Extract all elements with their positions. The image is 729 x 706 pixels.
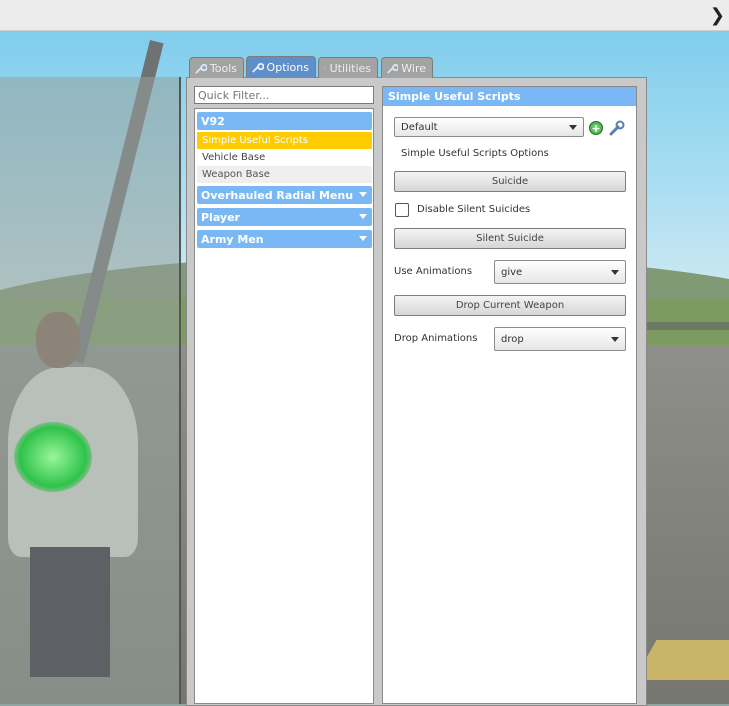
checkbox-label: Disable Silent Suicides — [417, 204, 531, 215]
list-item-label: Vehicle Base — [202, 152, 266, 163]
category-header-v92[interactable]: V92 — [197, 112, 372, 130]
silent-suicide-button[interactable]: Silent Suicide — [394, 228, 626, 249]
character-preview — [0, 77, 181, 704]
chevron-down-icon — [359, 236, 367, 241]
button-label: Suicide — [491, 176, 529, 187]
use-animations-dropdown[interactable]: give — [494, 260, 626, 284]
list-item-label: Simple Useful Scripts — [202, 135, 309, 146]
category-header-army-men[interactable]: Army Men — [197, 230, 372, 248]
player-model-legs — [30, 547, 110, 677]
wrench-icon — [252, 62, 264, 73]
preset-dropdown[interactable]: Default — [394, 117, 584, 137]
tab-label: Tools — [209, 61, 237, 75]
chevron-down-icon — [611, 337, 619, 342]
category-list: V92 Simple Useful Scripts Vehicle Base W… — [194, 108, 374, 704]
disable-silent-suicides-checkbox[interactable] — [395, 203, 409, 217]
top-bar: ❯ — [0, 0, 729, 31]
button-label: Drop Current Weapon — [455, 300, 565, 311]
tab-wire[interactable]: Wire — [381, 57, 433, 78]
utilities-icon — [323, 66, 327, 70]
preset-value: Default — [401, 121, 438, 133]
button-label: Silent Suicide — [476, 233, 544, 244]
list-item-vehicle-base[interactable]: Vehicle Base — [197, 149, 372, 166]
category-label: V92 — [201, 114, 225, 128]
panel-title: Simple Useful Scripts — [383, 87, 636, 106]
category-label: Army Men — [201, 232, 264, 246]
player-model-head — [36, 312, 80, 368]
options-subtitle: Simple Useful Scripts Options — [401, 148, 549, 159]
gravity-gun-icon — [14, 422, 92, 492]
dropdown-value: give — [501, 266, 523, 278]
category-label: Overhauled Radial Menu — [201, 188, 354, 202]
quick-filter-input[interactable] — [194, 86, 374, 104]
fence-rail — [640, 322, 729, 330]
suicide-button[interactable]: Suicide — [394, 171, 626, 192]
chevron-down-icon — [611, 270, 619, 275]
category-header-player[interactable]: Player — [197, 208, 372, 226]
wrench-icon[interactable] — [609, 120, 625, 136]
chevron-down-icon — [569, 125, 577, 130]
list-item-weapon-base[interactable]: Weapon Base — [197, 166, 372, 183]
wrench-icon — [195, 63, 207, 74]
tab-label: Utilities — [329, 61, 371, 75]
tab-options[interactable]: Options — [246, 56, 316, 78]
tab-label: Options — [266, 61, 309, 74]
add-preset-icon[interactable]: + — [589, 121, 603, 135]
drop-animations-dropdown[interactable]: drop — [494, 327, 626, 351]
category-header-overhauled-radial-menu[interactable]: Overhauled Radial Menu — [197, 186, 372, 204]
drop-current-weapon-button[interactable]: Drop Current Weapon — [394, 295, 626, 316]
chevron-down-icon — [359, 192, 367, 197]
dropdown-value: drop — [501, 333, 524, 345]
list-item-simple-useful-scripts[interactable]: Simple Useful Scripts — [197, 132, 372, 149]
drop-animations-label: Drop Animations — [394, 333, 478, 344]
chevron-right-icon[interactable]: ❯ — [710, 5, 725, 26]
panel-title-text: Simple Useful Scripts — [388, 90, 521, 103]
use-animations-label: Use Animations — [394, 266, 473, 277]
chevron-down-icon — [359, 214, 367, 219]
category-label: Player — [201, 210, 240, 224]
options-panel: Simple Useful Scripts Default + Simple U… — [382, 86, 637, 704]
tab-utilities[interactable]: Utilities — [318, 57, 378, 78]
tab-label: Wire — [401, 61, 426, 75]
list-item-label: Weapon Base — [202, 169, 270, 180]
wrench-icon — [387, 63, 399, 73]
tab-tools[interactable]: Tools — [189, 57, 244, 78]
